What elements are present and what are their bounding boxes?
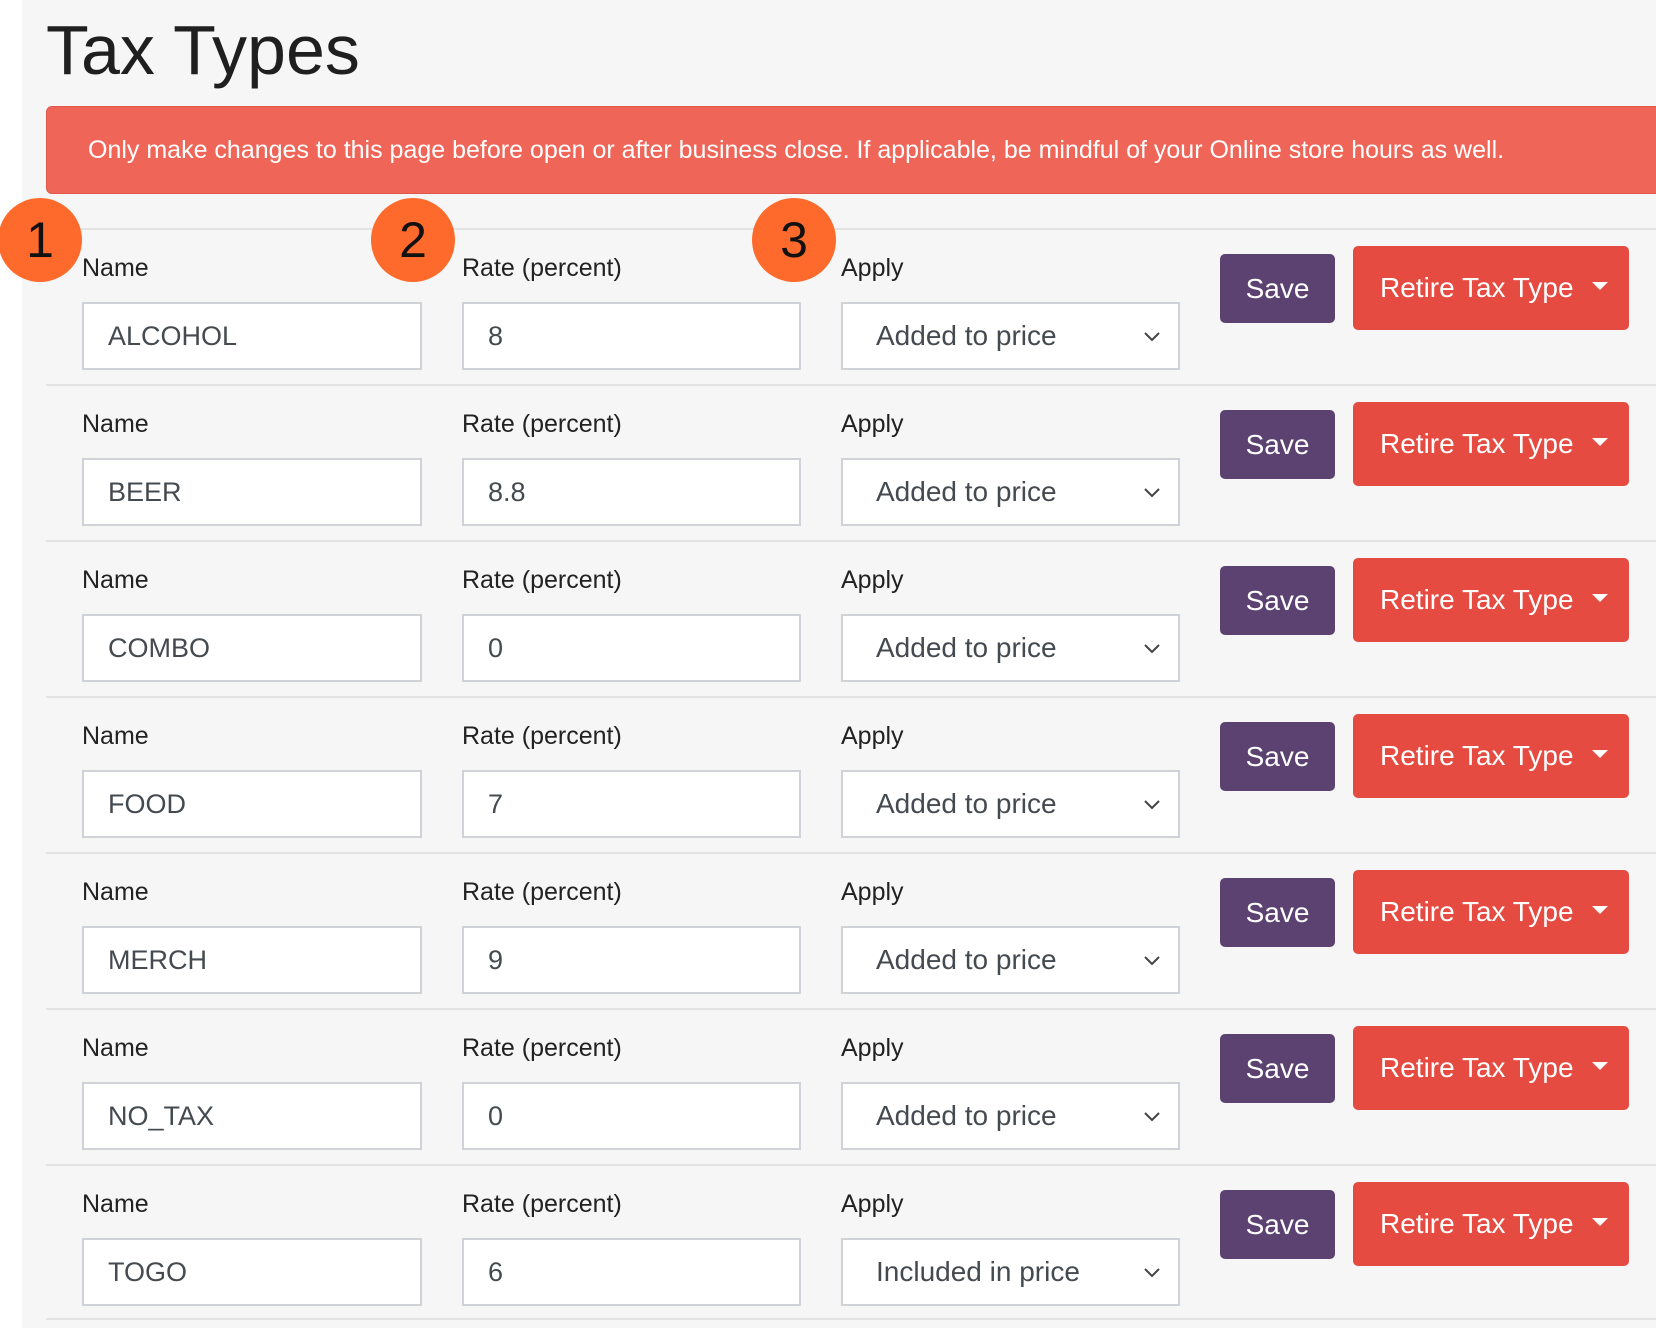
caret-down-icon — [1591, 906, 1608, 914]
apply-label: Apply — [841, 878, 904, 906]
apply-select[interactable]: Added to price — [841, 302, 1180, 370]
retire-tax-type-button[interactable]: Retire Tax Type — [1353, 1182, 1629, 1266]
retire-button-label: Retire Tax Type — [1380, 1208, 1574, 1239]
save-button[interactable]: Save — [1220, 1190, 1335, 1259]
chevron-down-icon — [1144, 332, 1160, 342]
rate-input[interactable] — [462, 926, 801, 994]
name-input[interactable] — [82, 770, 422, 838]
tax-type-row: Name Rate (percent) Apply Added to price… — [46, 696, 1656, 852]
apply-label: Apply — [841, 1034, 904, 1062]
apply-select-value: Added to price — [876, 632, 1057, 663]
apply-select[interactable]: Added to price — [841, 458, 1180, 526]
apply-select-value: Included in price — [876, 1256, 1080, 1287]
retire-button-label: Retire Tax Type — [1380, 272, 1574, 303]
caret-down-icon — [1591, 1062, 1608, 1070]
apply-label: Apply — [841, 566, 904, 594]
caret-down-icon — [1591, 282, 1608, 290]
rate-input[interactable] — [462, 1238, 801, 1306]
name-input[interactable] — [82, 302, 422, 370]
caret-down-icon — [1591, 594, 1608, 602]
save-button[interactable]: Save — [1220, 566, 1335, 635]
retire-tax-type-button[interactable]: Retire Tax Type — [1353, 870, 1629, 954]
alert-text: Only make changes to this page before op… — [88, 135, 1505, 164]
retire-button-label: Retire Tax Type — [1380, 584, 1574, 615]
caret-down-icon — [1591, 750, 1608, 758]
apply-label: Apply — [841, 1190, 904, 1218]
retire-tax-type-button[interactable]: Retire Tax Type — [1353, 1026, 1629, 1110]
rate-input[interactable] — [462, 1082, 801, 1150]
retire-button-label: Retire Tax Type — [1380, 896, 1574, 927]
tax-type-list: Name Rate (percent) Apply Added to price… — [46, 228, 1656, 1320]
tax-type-row: Name Rate (percent) Apply Added to price… — [46, 540, 1656, 696]
annotation-badge-3: 3 — [752, 198, 836, 282]
name-input[interactable] — [82, 614, 422, 682]
rate-input[interactable] — [462, 614, 801, 682]
rate-input[interactable] — [462, 302, 801, 370]
apply-select[interactable]: Added to price — [841, 926, 1180, 994]
name-label: Name — [82, 566, 149, 594]
rate-input[interactable] — [462, 770, 801, 838]
apply-select[interactable]: Included in price — [841, 1238, 1180, 1306]
name-label: Name — [82, 254, 149, 282]
tax-type-row: Name Rate (percent) Apply Added to price… — [46, 384, 1656, 540]
name-label: Name — [82, 1190, 149, 1218]
save-button[interactable]: Save — [1220, 1034, 1335, 1103]
apply-label: Apply — [841, 722, 904, 750]
retire-button-label: Retire Tax Type — [1380, 740, 1574, 771]
retire-button-label: Retire Tax Type — [1380, 1052, 1574, 1083]
rate-label: Rate (percent) — [462, 1190, 622, 1218]
apply-select-value: Added to price — [876, 320, 1057, 351]
rate-label: Rate (percent) — [462, 722, 622, 750]
save-button[interactable]: Save — [1220, 254, 1335, 323]
retire-tax-type-button[interactable]: Retire Tax Type — [1353, 402, 1629, 486]
chevron-down-icon — [1144, 1268, 1160, 1278]
apply-select-value: Added to price — [876, 788, 1057, 819]
annotation-badge-2: 2 — [371, 198, 455, 282]
tax-type-row: Name Rate (percent) Apply Added to price… — [46, 228, 1656, 384]
save-button[interactable]: Save — [1220, 722, 1335, 791]
name-input[interactable] — [82, 926, 422, 994]
apply-select-value: Added to price — [876, 1100, 1057, 1131]
rate-label: Rate (percent) — [462, 410, 622, 438]
chevron-down-icon — [1144, 1112, 1160, 1122]
name-label: Name — [82, 410, 149, 438]
name-input[interactable] — [82, 1082, 422, 1150]
name-input[interactable] — [82, 458, 422, 526]
left-edge-strip — [0, 0, 22, 1328]
apply-select-value: Added to price — [876, 944, 1057, 975]
retire-button-label: Retire Tax Type — [1380, 428, 1574, 459]
name-label: Name — [82, 878, 149, 906]
save-button[interactable]: Save — [1220, 878, 1335, 947]
name-input[interactable] — [82, 1238, 422, 1306]
save-button[interactable]: Save — [1220, 410, 1335, 479]
chevron-down-icon — [1144, 956, 1160, 966]
retire-tax-type-button[interactable]: Retire Tax Type — [1353, 714, 1629, 798]
rate-label: Rate (percent) — [462, 1034, 622, 1062]
tax-type-row: Name Rate (percent) Apply Added to price… — [46, 852, 1656, 1008]
rate-input[interactable] — [462, 458, 801, 526]
caret-down-icon — [1591, 1218, 1608, 1226]
name-label: Name — [82, 722, 149, 750]
apply-select[interactable]: Added to price — [841, 1082, 1180, 1150]
annotation-badge-1: 1 — [0, 198, 82, 282]
name-label: Name — [82, 1034, 149, 1062]
apply-select-value: Added to price — [876, 476, 1057, 507]
rate-label: Rate (percent) — [462, 254, 622, 282]
tax-type-row: Name Rate (percent) Apply Included in pr… — [46, 1164, 1656, 1320]
apply-label: Apply — [841, 410, 904, 438]
apply-select[interactable]: Added to price — [841, 614, 1180, 682]
chevron-down-icon — [1144, 800, 1160, 810]
retire-tax-type-button[interactable]: Retire Tax Type — [1353, 558, 1629, 642]
caret-down-icon — [1591, 438, 1608, 446]
apply-label: Apply — [841, 254, 904, 282]
rate-label: Rate (percent) — [462, 878, 622, 906]
page-title: Tax Types — [46, 11, 360, 89]
warning-alert: Only make changes to this page before op… — [46, 106, 1656, 194]
chevron-down-icon — [1144, 644, 1160, 654]
retire-tax-type-button[interactable]: Retire Tax Type — [1353, 246, 1629, 330]
chevron-down-icon — [1144, 488, 1160, 498]
apply-select[interactable]: Added to price — [841, 770, 1180, 838]
tax-type-row: Name Rate (percent) Apply Added to price… — [46, 1008, 1656, 1164]
rate-label: Rate (percent) — [462, 566, 622, 594]
